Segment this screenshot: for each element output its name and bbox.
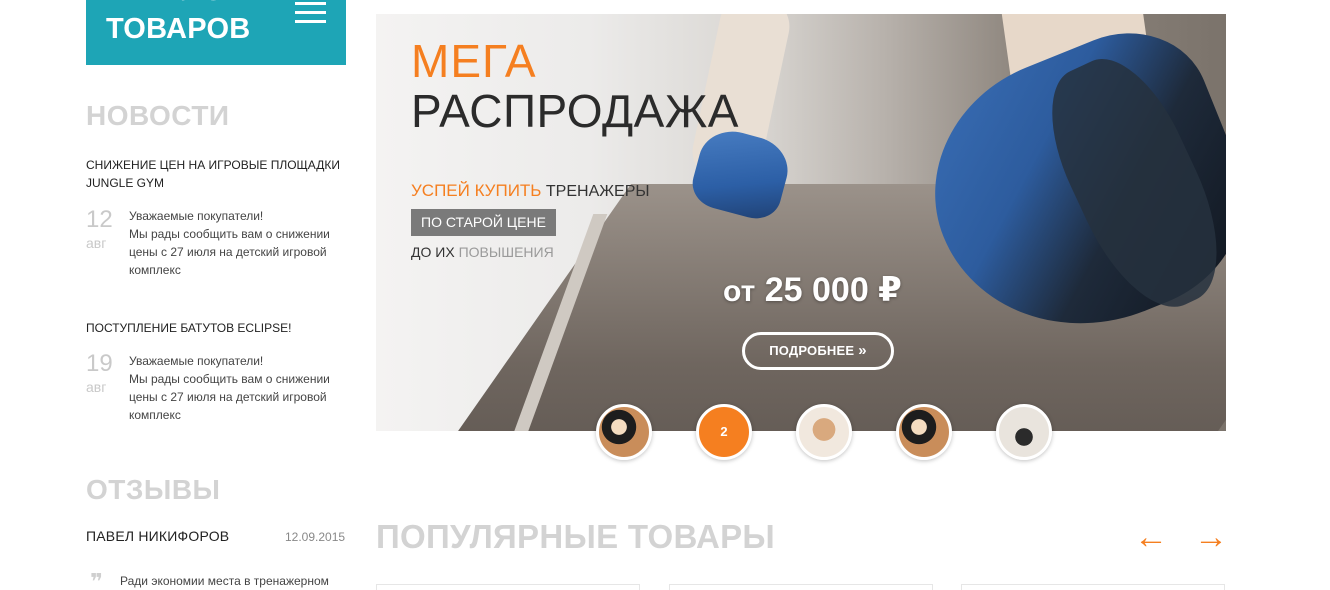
review-date: 12.09.2015 (285, 530, 346, 544)
slide-thumbnail[interactable] (796, 404, 852, 460)
old-price-badge: ПО СТАРОЙ ЦЕНЕ (411, 209, 556, 236)
banner-increase-text: ПОВЫШЕНИЯ (458, 244, 554, 260)
news-item-text: Уважаемые покупатели! Мы рады сообщить в… (129, 354, 330, 422)
arrow-right-icon[interactable]: → (1192, 518, 1230, 556)
double-chevron-right-icon: » (858, 342, 867, 359)
review-text: Ради экономии места в тренажерном (120, 574, 329, 588)
banner-tagline: ДО ИХ ПОВЫШЕНИЯ (411, 244, 554, 260)
news-item-text: Уважаемые покупатели! Мы рады сообщить в… (129, 209, 330, 277)
catalog-title: КАТАЛОГ ТОВАРОВ (106, 0, 251, 45)
banner-trainers-text: ТРЕНАЖЕРЫ (545, 183, 650, 200)
news-item-date: 12 авг (86, 208, 120, 252)
more-button-label: ПОДРОБНЕЕ (769, 343, 855, 358)
slide-thumbnail[interactable] (596, 404, 652, 460)
arrow-left-icon[interactable]: ← (1132, 518, 1170, 556)
hamburger-icon[interactable] (295, 0, 326, 23)
news-heading: НОВОСТИ (86, 100, 230, 131)
page: КАТАЛОГ ТОВАРОВ НОВОСТИ СНИЖЕНИЕ ЦЕН НА … (0, 0, 1330, 590)
price-from-label: от (723, 275, 756, 308)
news-date-month: авг (86, 379, 107, 395)
news-date-day: 12 (86, 206, 113, 233)
more-button[interactable]: ПОДРОБНЕЕ» (742, 332, 894, 370)
news-date-day: 19 (86, 350, 113, 377)
banner-hurry-text: УСПЕЙ КУПИТЬ (411, 181, 542, 200)
product-card[interactable] (669, 584, 933, 590)
reviews-heading: ОТЗЫВЫ (86, 474, 221, 505)
banner-title: РАСПРОДАЖА (411, 85, 739, 137)
product-card[interactable] (961, 584, 1225, 590)
promo-banner[interactable]: МЕГА РАСПРОДАЖА УСПЕЙ КУПИТЬ ТРЕНАЖЕРЫ П… (376, 14, 1226, 431)
product-card[interactable] (376, 584, 640, 590)
news-item-date: 19 авг (86, 352, 120, 396)
news-item-title[interactable]: ПОСТУПЛЕНИЕ БАТУТОВ ECLIPSE! (86, 319, 346, 337)
banner-price: от 25 000 ₽ (723, 270, 902, 310)
catalog-menu-button[interactable]: КАТАЛОГ ТОВАРОВ (86, 0, 346, 65)
slide-thumbnail[interactable] (896, 404, 952, 460)
slide-thumbnail[interactable] (996, 404, 1052, 460)
banner-title-accent: МЕГА (411, 35, 537, 87)
slide-thumbnail-active[interactable]: 2 (696, 404, 752, 460)
price-value: 25 000 ₽ (764, 271, 902, 309)
news-date-month: авг (86, 235, 107, 251)
review-author: ПАВЕЛ НИКИФОРОВ (86, 528, 230, 544)
slider-thumbnails: 2 (596, 404, 1056, 460)
banner-before-text: ДО ИХ (411, 244, 455, 260)
popular-heading: ПОПУЛЯРНЫЕ ТОВАРЫ (376, 518, 776, 555)
news-item-title[interactable]: СНИЖЕНИЕ ЦЕН НА ИГРОВЫЕ ПЛОЩАДКИ JUNGLE … (86, 156, 346, 192)
banner-subtitle: УСПЕЙ КУПИТЬ ТРЕНАЖЕРЫ (411, 181, 650, 201)
quote-icon: ❞ (90, 569, 103, 590)
